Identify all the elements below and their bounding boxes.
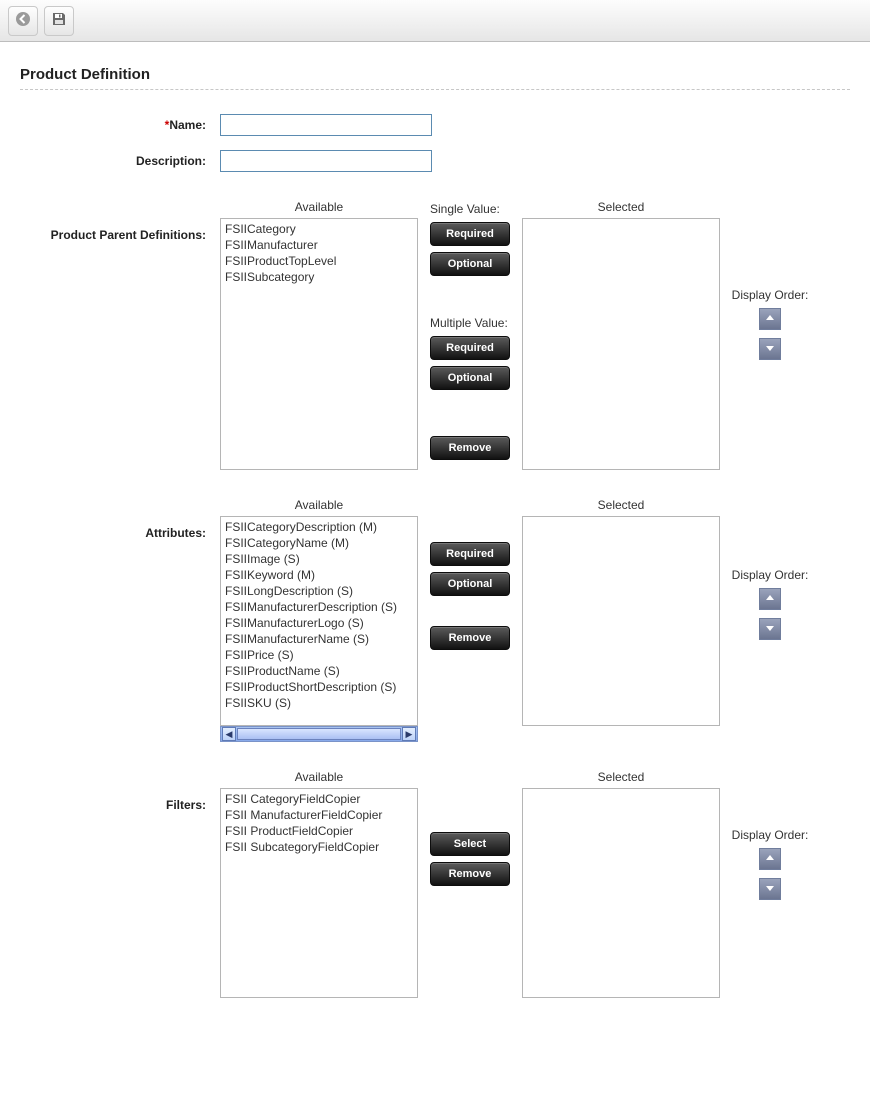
parents-picker: Product Parent Definitions: Available FS… [20,200,850,470]
arrow-down-icon [765,882,775,896]
parents-single-optional-button[interactable]: Optional [430,252,510,276]
attributes-available-header: Available [220,498,418,512]
multiple-value-label: Multiple Value: [430,316,510,330]
attributes-label: Attributes: [20,498,220,742]
filters-label: Filters: [20,770,220,998]
attributes-picker: Attributes: Available FSIICategoryDescri… [20,498,850,742]
filters-order-down-button[interactable] [759,878,781,900]
parents-selected-list[interactable] [522,218,720,470]
filters-display-order-label: Display Order: [732,828,809,842]
save-button[interactable] [44,6,74,36]
parents-single-required-button[interactable]: Required [430,222,510,246]
parents-order-up-button[interactable] [759,308,781,330]
list-item[interactable]: FSII SubcategoryFieldCopier [223,839,415,855]
filters-order-up-button[interactable] [759,848,781,870]
parents-multi-required-button[interactable]: Required [430,336,510,360]
back-button[interactable] [8,6,38,36]
back-arrow-icon [15,11,31,30]
parents-label: Product Parent Definitions: [20,200,220,470]
attributes-available-list[interactable]: FSIICategoryDescription (M)FSIICategoryN… [220,516,418,726]
list-item[interactable]: FSIIPrice (S) [223,647,415,663]
list-item[interactable]: FSIIProductShortDescription (S) [223,679,415,695]
filters-select-button[interactable]: Select [430,832,510,856]
list-item[interactable]: FSIIManufacturerDescription (S) [223,599,415,615]
parents-display-order-label: Display Order: [732,288,809,302]
attributes-selected-header: Selected [522,498,720,512]
attributes-display-order-label: Display Order: [732,568,809,582]
list-item[interactable]: FSII CategoryFieldCopier [223,791,415,807]
attributes-order-down-button[interactable] [759,618,781,640]
list-item[interactable]: FSII ManufacturerFieldCopier [223,807,415,823]
list-item[interactable]: FSIIImage (S) [223,551,415,567]
list-item[interactable]: FSIICategoryDescription (M) [223,519,415,535]
name-input[interactable] [220,114,432,136]
attributes-available-hscroll[interactable]: ◀ ▶ [220,726,418,742]
attributes-remove-button[interactable]: Remove [430,626,510,650]
filters-selected-list[interactable] [522,788,720,998]
list-item[interactable]: FSIISubcategory [223,269,415,285]
scroll-left-icon[interactable]: ◀ [222,727,236,741]
top-toolbar [0,0,870,42]
list-item[interactable]: FSIIProductName (S) [223,663,415,679]
single-value-label: Single Value: [430,202,510,216]
arrow-up-icon [765,852,775,866]
scroll-thumb[interactable] [237,728,401,740]
filters-remove-button[interactable]: Remove [430,862,510,886]
parents-multi-optional-button[interactable]: Optional [430,366,510,390]
name-label: *Name: [20,118,220,132]
list-item[interactable]: FSIIKeyword (M) [223,567,415,583]
list-item[interactable]: FSIIProductTopLevel [223,253,415,269]
filters-available-header: Available [220,770,418,784]
list-item[interactable]: FSII ProductFieldCopier [223,823,415,839]
list-item[interactable]: FSIIManufacturer [223,237,415,253]
title-divider [20,89,850,90]
save-floppy-icon [51,11,67,30]
filters-picker: Filters: Available FSII CategoryFieldCop… [20,770,850,998]
list-item[interactable]: FSIICategoryName (M) [223,535,415,551]
list-item[interactable]: FSIICategory [223,221,415,237]
list-item[interactable]: FSIISKU (S) [223,695,415,711]
list-item[interactable]: FSIIManufacturerLogo (S) [223,615,415,631]
attributes-required-button[interactable]: Required [430,542,510,566]
scroll-right-icon[interactable]: ▶ [402,727,416,741]
list-item[interactable]: FSIIManufacturerName (S) [223,631,415,647]
parents-order-down-button[interactable] [759,338,781,360]
attributes-order-up-button[interactable] [759,588,781,610]
description-label: Description: [20,154,220,168]
arrow-up-icon [765,312,775,326]
parents-remove-button[interactable]: Remove [430,436,510,460]
parents-selected-header: Selected [522,200,720,214]
parents-available-list[interactable]: FSIICategoryFSIIManufacturerFSIIProductT… [220,218,418,470]
page-title: Product Definition [20,66,850,83]
filters-selected-header: Selected [522,770,720,784]
list-item[interactable]: FSIILongDescription (S) [223,583,415,599]
arrow-up-icon [765,592,775,606]
parents-available-header: Available [220,200,418,214]
attributes-selected-list[interactable] [522,516,720,726]
arrow-down-icon [765,342,775,356]
attributes-optional-button[interactable]: Optional [430,572,510,596]
filters-available-list[interactable]: FSII CategoryFieldCopierFSII Manufacture… [220,788,418,998]
arrow-down-icon [765,622,775,636]
description-input[interactable] [220,150,432,172]
